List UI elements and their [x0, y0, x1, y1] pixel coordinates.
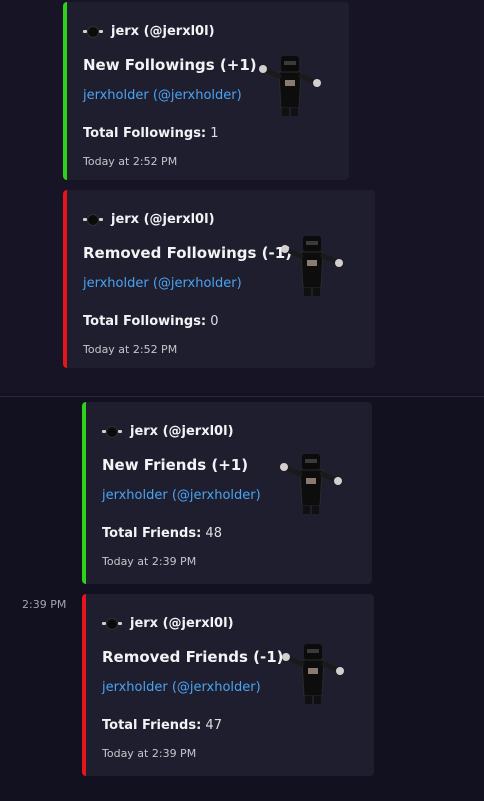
embed-field: Total Friends: 48: [102, 526, 222, 541]
field-value: 0: [210, 314, 219, 329]
embed-footer: Today at 2:52 PM: [83, 155, 178, 168]
embed-title: New Followings (+1): [83, 56, 257, 74]
embed-description-link[interactable]: jerxholder (@jerxholder): [83, 276, 242, 291]
embed-title: Removed Followings (-1): [83, 244, 293, 262]
avatar-thumbnail-icon[interactable]: [276, 448, 346, 518]
author-avatar-icon: [102, 617, 122, 631]
message-timestamp[interactable]: 2:39 PM: [22, 598, 66, 611]
avatar-thumbnail-icon[interactable]: [278, 638, 348, 708]
embed-description-link[interactable]: jerxholder (@jerxholder): [102, 680, 261, 695]
embed-description-link[interactable]: jerxholder (@jerxholder): [102, 488, 261, 503]
author-name[interactable]: jerx (@jerxl0l): [111, 24, 215, 39]
embed-new-friends: jerx (@jerxl0l) New Friends (+1) jerxhol…: [82, 402, 372, 584]
embed-field: Total Followings: 0: [83, 314, 219, 329]
author-avatar-icon: [102, 425, 122, 439]
avatar-thumbnail-icon[interactable]: [277, 230, 347, 300]
embed-title: Removed Friends (-1): [102, 648, 284, 666]
author-name[interactable]: jerx (@jerxl0l): [111, 212, 215, 227]
embed-footer: Today at 2:39 PM: [102, 555, 197, 568]
field-label: Total Friends:: [102, 526, 202, 541]
author-avatar-icon: [83, 213, 103, 227]
field-value: 48: [205, 526, 222, 541]
field-value: 1: [210, 126, 219, 141]
field-value: 47: [205, 718, 222, 733]
embed-field: Total Followings: 1: [83, 126, 219, 141]
author-name[interactable]: jerx (@jerxl0l): [130, 616, 234, 631]
embed-new-followings: jerx (@jerxl0l) New Followings (+1) jerx…: [63, 2, 349, 180]
avatar-thumbnail-icon[interactable]: [255, 50, 325, 120]
embed-author: jerx (@jerxl0l): [83, 24, 215, 39]
author-name[interactable]: jerx (@jerxl0l): [130, 424, 234, 439]
embed-title: New Friends (+1): [102, 456, 249, 474]
embed-author: jerx (@jerxl0l): [83, 212, 215, 227]
embed-author: jerx (@jerxl0l): [102, 424, 234, 439]
embed-author: jerx (@jerxl0l): [102, 616, 234, 631]
field-label: Total Friends:: [102, 718, 202, 733]
field-label: Total Followings:: [83, 314, 207, 329]
embed-removed-friends: jerx (@jerxl0l) Removed Friends (-1) jer…: [82, 594, 374, 776]
author-avatar-icon: [83, 25, 103, 39]
embed-removed-followings: jerx (@jerxl0l) Removed Followings (-1) …: [63, 190, 375, 368]
embed-description-link[interactable]: jerxholder (@jerxholder): [83, 88, 242, 103]
embed-footer: Today at 2:52 PM: [83, 343, 178, 356]
embed-footer: Today at 2:39 PM: [102, 747, 197, 760]
field-label: Total Followings:: [83, 126, 207, 141]
embed-field: Total Friends: 47: [102, 718, 222, 733]
